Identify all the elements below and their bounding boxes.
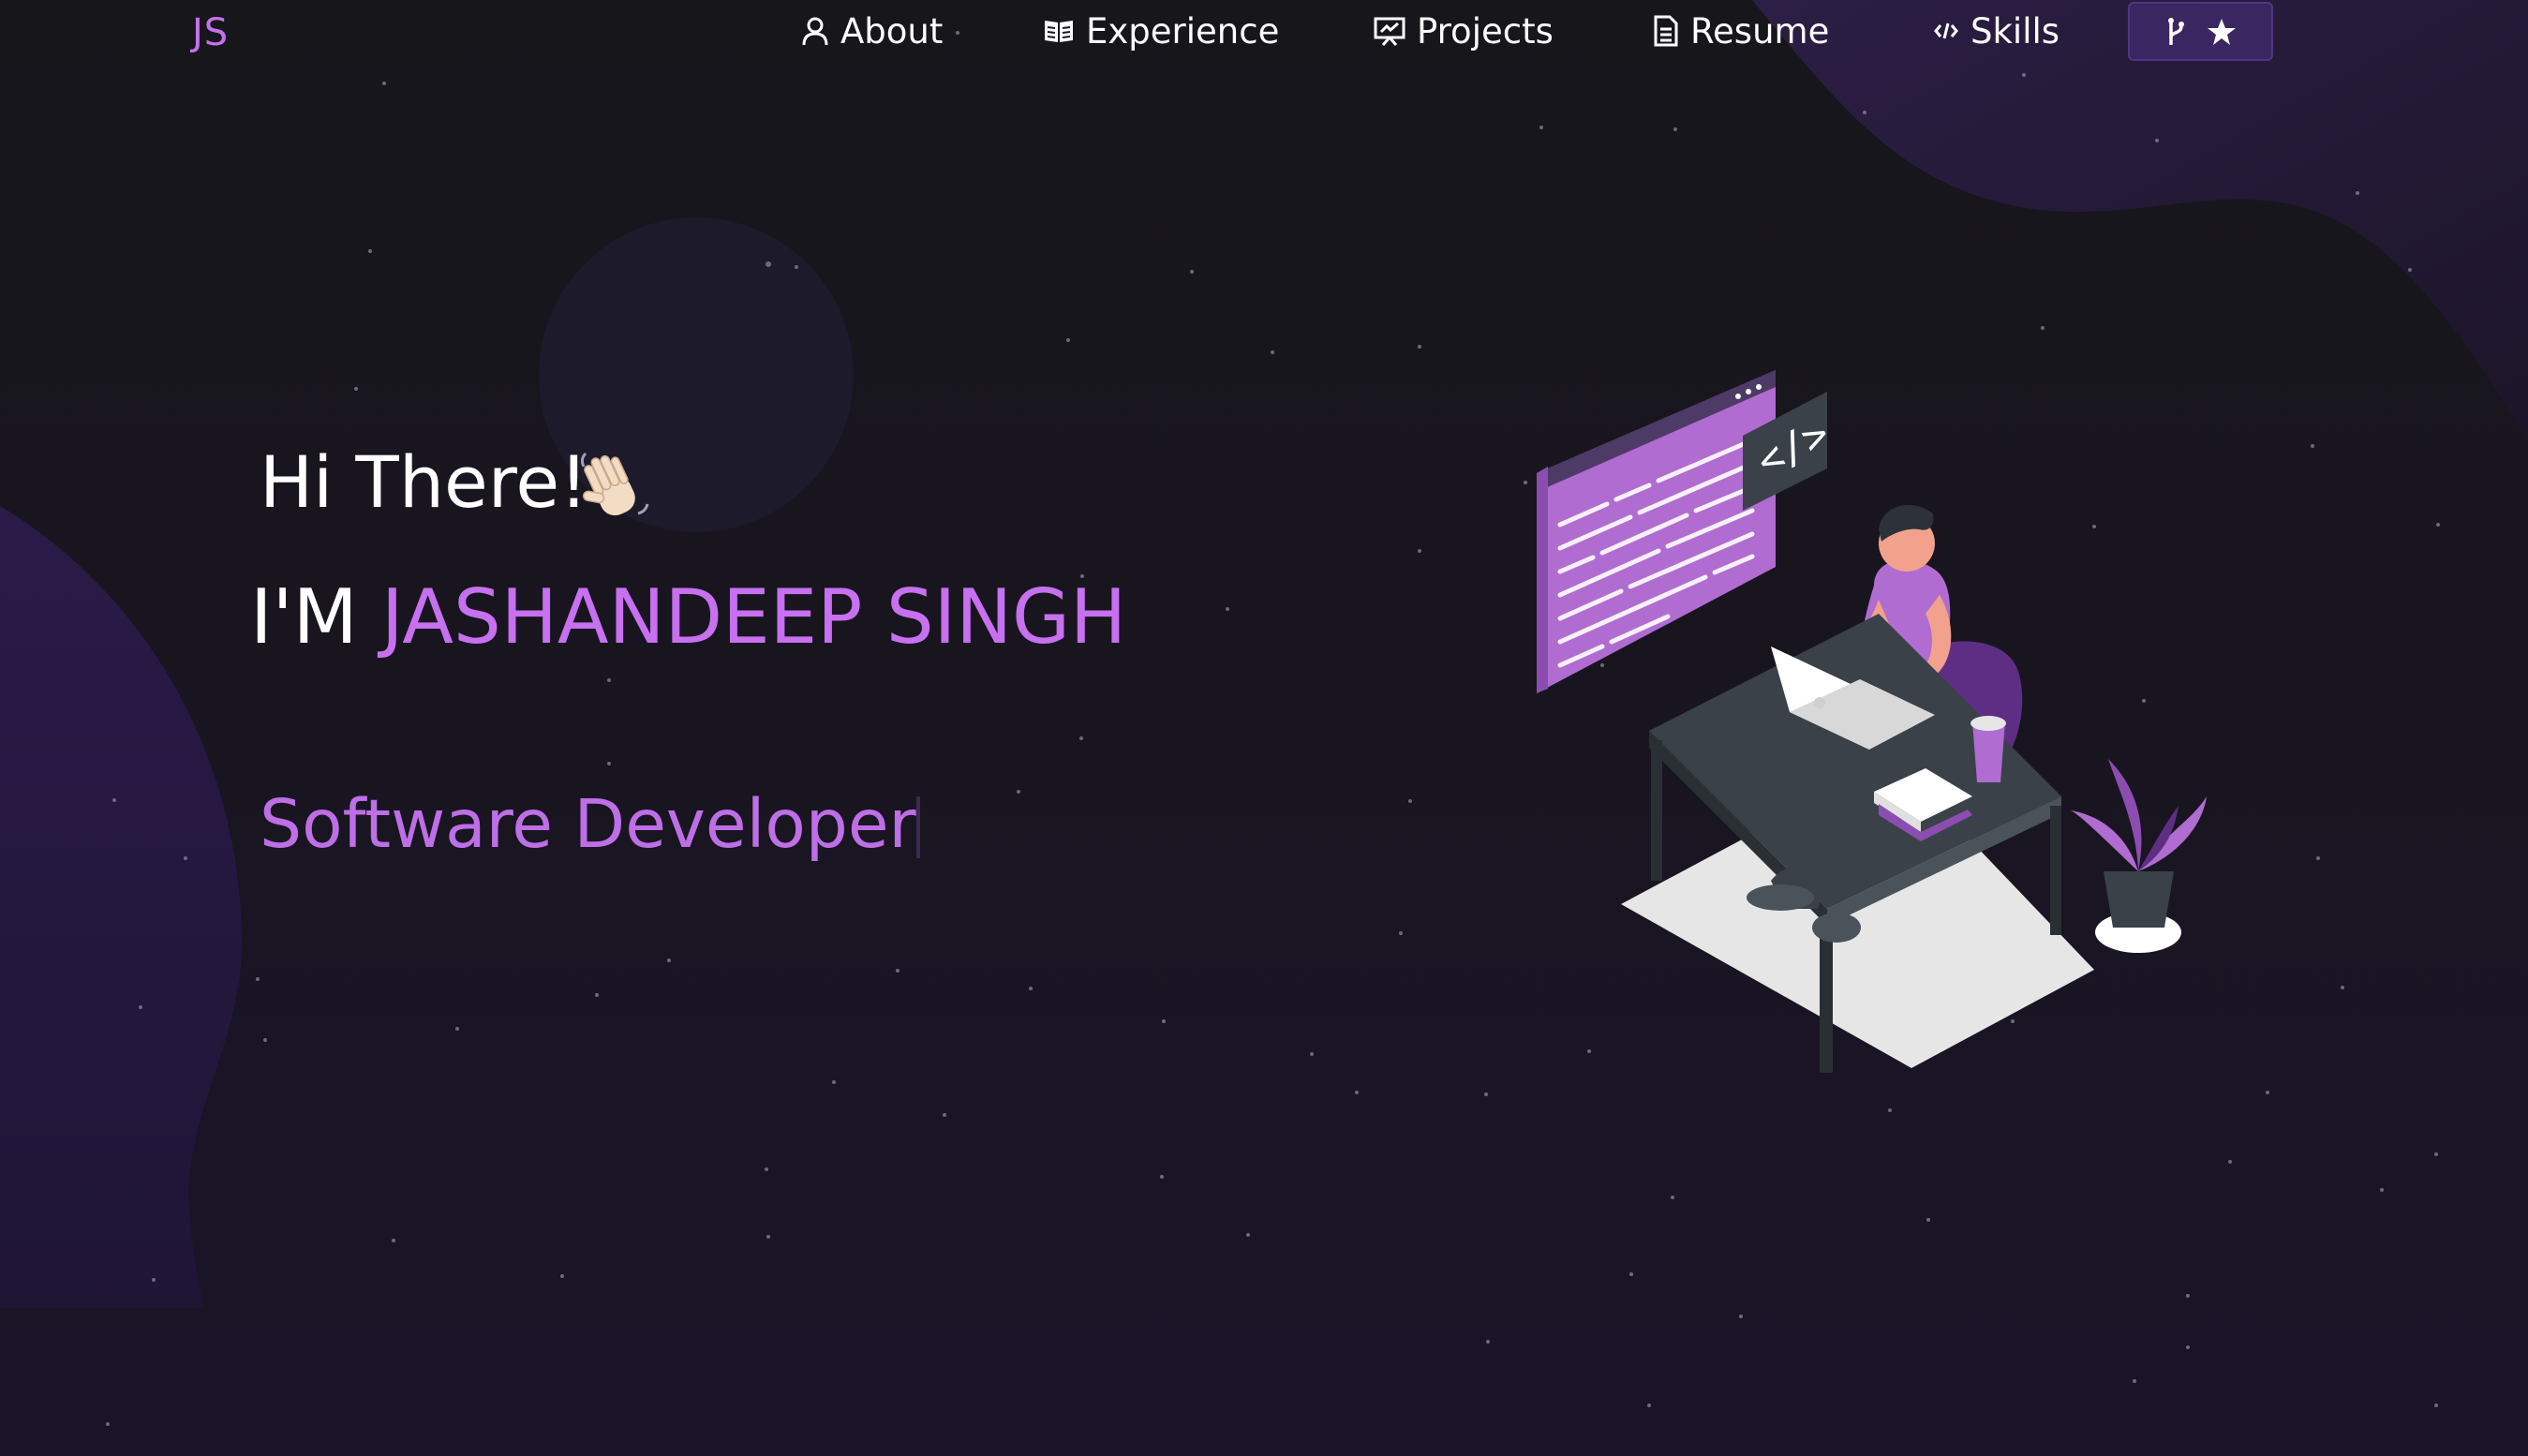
typewriter-cursor [916,796,920,858]
nav-label-about: About [840,10,944,52]
nav-item-resume[interactable]: Resume [1653,7,1829,54]
nav-label-resume: Resume [1690,10,1830,52]
home-page: JS About Experience Projects Resume Skil… [0,0,2528,1456]
presentation-icon [1374,17,1405,46]
navbar: JS About Experience Projects Resume Skil… [0,0,2528,64]
github-fork-button[interactable] [2128,2,2273,61]
developer-illustration: </> [1537,370,2207,1073]
nav-item-skills[interactable]: Skills [1933,7,2060,54]
hero-name-line: I'M JASHANDEEP SINGH [250,573,1126,661]
nav-label-skills: Skills [1970,10,2060,52]
waving-hand-icon [580,452,649,516]
nav-item-projects[interactable]: Projects [1374,7,1554,54]
hero-role: Software Developer [260,785,916,863]
hero-name: JASHANDEEP SINGH [381,573,1127,661]
nav-label-projects: Projects [1417,10,1554,52]
nav-item-experience[interactable]: Experience [1043,7,1279,54]
code-icon [1934,22,1958,39]
nav-label-experience: Experience [1086,10,1280,52]
hero-greeting: Hi There! [260,440,588,524]
nav-item-about[interactable]: About [801,7,943,54]
star-icon [2207,18,2236,45]
git-fork-icon [2167,17,2184,45]
book-icon [1045,21,1073,42]
hero-name-prefix: I'M [250,573,358,661]
document-icon [1654,15,1678,47]
logo[interactable]: JS [192,11,229,54]
user-icon [802,17,828,46]
